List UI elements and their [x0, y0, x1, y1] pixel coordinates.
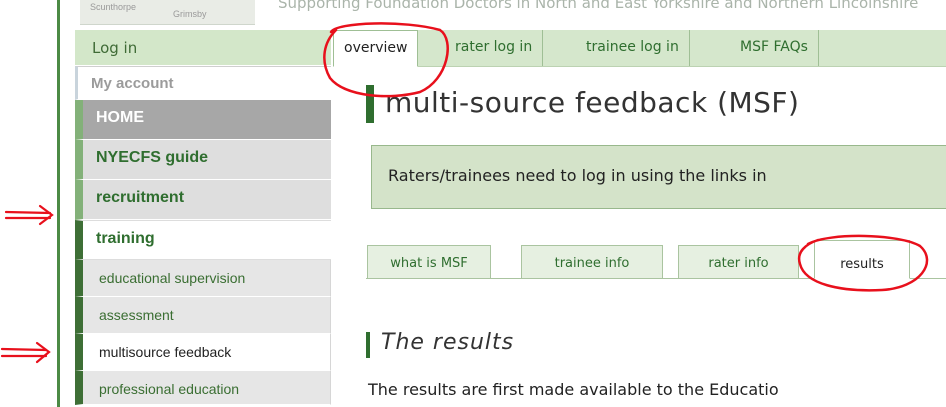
section-paragraph: The results are first made available to …: [368, 380, 779, 399]
sidebar-item-home[interactable]: HOME: [75, 100, 331, 140]
sidebar-subitem-educational-supervision[interactable]: educational supervision: [75, 260, 331, 297]
title-accent-bar: [366, 85, 374, 123]
tab-overview[interactable]: overview: [333, 30, 419, 67]
sidebar-subitem-multisource-feedback[interactable]: multisource feedback: [75, 334, 331, 371]
sidebar-item-recruitment[interactable]: recruitment: [75, 180, 331, 220]
annotation-arrow-multisource: [0, 341, 51, 364]
login-notice: Raters/trainees need to log in using the…: [371, 145, 946, 209]
site-tagline: Supporting Foundation Doctors in North a…: [278, 0, 919, 12]
subtab-trainee-info[interactable]: trainee info: [521, 245, 663, 278]
tab-trainee-log-in[interactable]: trainee log in: [576, 30, 690, 66]
subtab-what-is-msf[interactable]: what is MSF: [367, 245, 491, 278]
page-title: multi-source feedback (MSF): [385, 86, 800, 119]
login-link[interactable]: Log in: [75, 30, 331, 66]
sidebar-subitem-assessment[interactable]: assessment: [75, 297, 331, 334]
annotation-arrow-training: [4, 204, 54, 226]
sidebar-item-training[interactable]: training: [75, 220, 331, 260]
subtab-rater-info[interactable]: rater info: [678, 245, 799, 278]
sidebar: Log in My account HOME NYECFS guide recr…: [75, 30, 331, 405]
header-strip: Scunthorpe Grimsby Supporting Foundation…: [0, 0, 946, 28]
page-border: [57, 0, 60, 407]
section-title: The results: [381, 330, 515, 355]
map-place-label: Grimsby: [173, 9, 207, 19]
section-accent-bar: [366, 332, 370, 358]
msf-subtabs: what is MSF trainee info rater info resu…: [366, 240, 946, 279]
map-place-label: Scunthorpe: [90, 2, 137, 12]
tab-msf-faqs[interactable]: MSF FAQs: [730, 30, 819, 66]
tab-rater-log-in[interactable]: rater log in: [445, 30, 544, 66]
subtab-results[interactable]: results: [814, 240, 910, 279]
my-account-link[interactable]: My account: [75, 66, 331, 100]
sidebar-item-nyecfs-guide[interactable]: NYECFS guide: [75, 140, 331, 180]
sidebar-subitem-professional-education[interactable]: professional education: [75, 371, 331, 405]
section-tabs: overview rater log in trainee log in MSF…: [333, 30, 946, 67]
